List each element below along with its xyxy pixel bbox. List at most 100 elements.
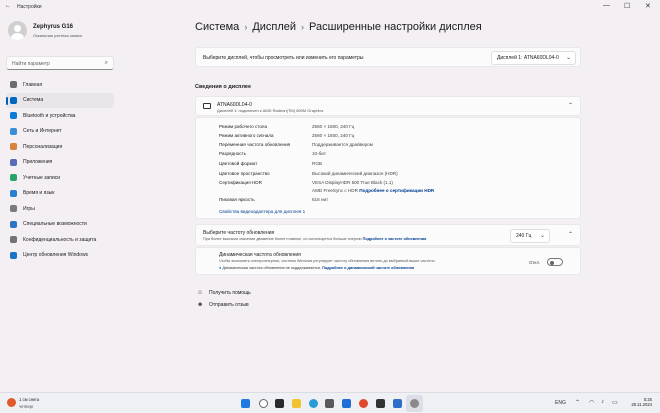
- taskbar: 1 см снега четверг ENG ⌃ ◠ ♪ ▭ 5:25 28.1…: [0, 392, 660, 413]
- system-icon: [10, 96, 17, 104]
- tray-language[interactable]: ENG: [555, 400, 566, 406]
- mail-icon[interactable]: [342, 399, 351, 408]
- info-row-value: 2560 × 1600, 240 Гц: [312, 133, 354, 138]
- weather-day: четверг: [19, 404, 34, 409]
- weather-icon: [7, 398, 16, 407]
- network-icon: [10, 127, 17, 135]
- sidebar-nav: Главная Система Bluetooth и устройства Сеть…: [6, 77, 114, 263]
- info-row-label: Пиковая яркость: [219, 197, 255, 202]
- app-icon-2[interactable]: [376, 399, 385, 408]
- display-dropdown-value: Дисплей 1: ATNA60DL04-0: [497, 55, 559, 61]
- sidebar-item-home[interactable]: Главная: [6, 77, 114, 93]
- chevron-down-icon: ⌄: [539, 233, 545, 239]
- display-adapter-info: Дисплей 1: подключен к AMD Radeon(TM) 89…: [217, 108, 324, 113]
- start-icon[interactable]: [241, 399, 250, 408]
- dynamic-refresh-toggle[interactable]: [547, 258, 563, 266]
- app-icon[interactable]: [359, 399, 368, 408]
- hdr-certification-link[interactable]: Подробнее о сертификации HDR: [359, 188, 434, 193]
- app-icon-3[interactable]: [393, 399, 402, 408]
- refresh-rate-desc: При более высоком значении движение боле…: [203, 237, 426, 241]
- avatar[interactable]: [8, 21, 27, 40]
- info-row-value-text: 10-бит: [312, 151, 326, 156]
- info-row-value: Высокий динамический диапазон (HDR): [312, 171, 398, 176]
- profile-name: Zephyrus G16: [33, 24, 74, 30]
- home-icon: [10, 81, 17, 89]
- back-icon[interactable]: ←: [5, 3, 11, 9]
- info-row-value-text: 2560 × 1600, 240 Гц: [312, 133, 355, 138]
- sidebar-item-globe-clock[interactable]: Время и язык: [6, 186, 114, 202]
- sidebar-item-apps[interactable]: Приложения: [6, 155, 114, 171]
- sidebar-item-label: Система: [23, 97, 44, 104]
- info-row-value-text: Поддерживается драйвером: [312, 142, 373, 147]
- sidebar-item-label: Конфиденциальность и защита: [23, 236, 97, 243]
- breadcrumb-item-display[interactable]: Дисплей: [252, 21, 296, 33]
- display-info-header[interactable]: ATNA60DL04-0 Дисплей 1: подключен к AMD …: [195, 96, 581, 116]
- search-placeholder: Найти параметр: [12, 61, 50, 67]
- refresh-rate-learn-link[interactable]: Подробнее о частоте обновления: [363, 237, 427, 241]
- get-help-link[interactable]: ☺ Получить помощь: [197, 290, 251, 296]
- info-row-value-text: AMD FreeSync с HDR: [312, 188, 358, 193]
- edge-icon[interactable]: [309, 399, 318, 408]
- display-dropdown[interactable]: Дисплей 1: ATNA60DL04-0 ⌄: [491, 51, 576, 65]
- section-title-display-info: Сведения о дисплее: [195, 84, 252, 90]
- sidebar-item-shield[interactable]: Конфиденциальность и защита: [6, 232, 114, 248]
- toggle-state-label: Откл.: [529, 260, 541, 265]
- sidebar-item-gamepad[interactable]: Игры: [6, 201, 114, 217]
- sidebar-item-label: Игры: [23, 205, 35, 212]
- breadcrumb-separator: ›: [301, 22, 305, 32]
- maximize-icon[interactable]: ☐: [624, 2, 630, 10]
- info-row-label: Разрядность: [219, 151, 247, 156]
- clock[interactable]: 5:25 28.11.2024: [622, 397, 652, 407]
- sidebar-item-label: Приложения: [23, 159, 53, 166]
- breadcrumb-item-system[interactable]: Система: [195, 21, 239, 33]
- search-input[interactable]: Найти параметр ⌕: [6, 56, 114, 70]
- refresh-rate-title: Выберите частоту обновления: [203, 230, 275, 236]
- sidebar-item-label: Главная: [23, 81, 43, 88]
- chevron-up-tray-icon[interactable]: ⌃: [575, 399, 580, 406]
- sidebar-item-brush[interactable]: Персонализация: [6, 139, 114, 155]
- chevron-up-icon[interactable]: ⌃: [568, 102, 573, 109]
- info-row-value: VESA DisplayHDR 500 True Black (1.1): [312, 180, 393, 185]
- bluetooth-icon: [10, 112, 17, 120]
- info-row-label: Режим активного сигнала: [219, 133, 274, 138]
- sidebar-item-bluetooth[interactable]: Bluetooth и устройства: [6, 108, 114, 124]
- accessibility-icon: [10, 220, 17, 228]
- battery-icon[interactable]: ▭: [612, 399, 618, 406]
- chevron-up-icon[interactable]: ⌃: [568, 231, 573, 238]
- profile-account-type: Локальная учетная запись: [33, 33, 83, 38]
- chevron-down-icon: ⌄: [565, 55, 571, 61]
- info-row-label: Цветовой формат: [219, 161, 258, 166]
- info-row-value-text: 616 нит: [312, 197, 329, 202]
- breadcrumb: Система › Дисплей › Расширенные настройки ди…: [195, 21, 482, 33]
- file-explorer-icon[interactable]: [292, 399, 301, 408]
- info-row-label: Сертификация HDR: [219, 180, 262, 185]
- info-row-value: 616 нит: [312, 197, 328, 202]
- sidebar-item-system[interactable]: Система: [6, 92, 114, 108]
- volume-icon[interactable]: ♪: [601, 399, 604, 405]
- sidebar-item-network[interactable]: Сеть и Интернет: [6, 124, 114, 140]
- refresh-rate-desc-text: При более высоком значении движение боле…: [203, 237, 362, 241]
- info-row-value-text: RGB: [312, 161, 322, 166]
- adapter-properties-link[interactable]: Свойства видеоадаптера для дисплея 1: [219, 209, 305, 214]
- dynamic-refresh-desc: Чтобы экономить электроэнергию, система …: [219, 259, 435, 263]
- search-taskbar-icon[interactable]: [259, 399, 268, 408]
- info-row-value: 10-бит: [312, 151, 326, 156]
- dynamic-refresh-learn-link[interactable]: Подробнее о динамической частоте обновле…: [322, 266, 414, 270]
- sidebar-item-accounts[interactable]: Учетные записи: [6, 170, 114, 186]
- wifi-icon[interactable]: ◠: [589, 399, 594, 406]
- sidebar-item-update[interactable]: Центр обновления Windows: [6, 248, 114, 264]
- sidebar-item-accessibility[interactable]: Специальные возможности: [6, 217, 114, 233]
- minimize-icon[interactable]: —: [603, 2, 610, 9]
- get-help-label: Получить помощь: [209, 290, 251, 296]
- dynamic-refresh-warning-text: Динамическая частота обновления не подде…: [222, 266, 322, 270]
- sidebar-item-label: Специальные возможности: [23, 221, 87, 228]
- refresh-rate-dropdown[interactable]: 240 Гц ⌄: [510, 229, 550, 243]
- settings-gear-icon[interactable]: [410, 399, 419, 408]
- close-icon[interactable]: ✕: [645, 2, 651, 10]
- monitor-icon: [203, 103, 211, 109]
- window-title: Настройки: [17, 4, 42, 10]
- task-view-icon[interactable]: [275, 399, 284, 408]
- refresh-rate-value: 240 Гц: [516, 233, 532, 239]
- store-icon[interactable]: [325, 399, 334, 408]
- feedback-link[interactable]: ☻ Отправить отзыв: [197, 302, 249, 308]
